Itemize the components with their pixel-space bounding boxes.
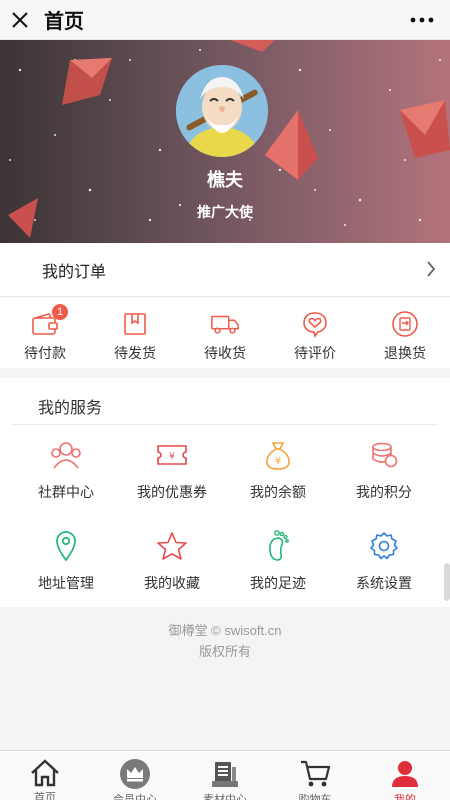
service-community[interactable]: 社群中心: [10, 438, 122, 502]
tab-label: 素材中心: [203, 794, 247, 800]
tab-label: 会员中心: [113, 794, 157, 800]
materials-icon: [209, 759, 241, 789]
cart-icon: [299, 759, 331, 789]
close-icon[interactable]: [0, 0, 40, 40]
service-label: 我的优惠券: [137, 484, 207, 500]
service-footprints[interactable]: 我的足迹: [222, 529, 334, 593]
tab-label: 我的: [394, 794, 416, 800]
service-label: 我的积分: [356, 484, 412, 500]
service-coupons[interactable]: ¥ 我的优惠券: [116, 438, 228, 502]
divider: [12, 424, 438, 425]
scrollbar[interactable]: [444, 563, 450, 601]
tab-label: 购物车: [298, 794, 332, 800]
page-title: 首页: [44, 11, 84, 33]
my-services-panel: 我的服务 社群中心 ¥ 我的优惠券 ¥ 我的余额 我的积分 地址管理 我的收藏 …: [0, 378, 450, 607]
settings-icon: [367, 529, 401, 563]
my-services-heading: 我的服务: [38, 400, 103, 417]
coupon-icon: ¥: [155, 438, 189, 472]
svg-text:¥: ¥: [275, 456, 281, 467]
package-icon: [120, 310, 150, 338]
bottom-tab-bar: 首页 会员中心 素材中心 购物车 我的: [0, 750, 450, 800]
profile-banner: 樵夫 推广大使: [0, 40, 450, 243]
order-item-label: 待评价: [294, 345, 336, 361]
top-navigation-bar: 首页: [0, 0, 450, 40]
svg-text:¥: ¥: [169, 452, 175, 462]
service-favorites[interactable]: 我的收藏: [116, 529, 228, 593]
tab-mine[interactable]: 我的: [360, 751, 450, 800]
tab-label: 首页: [34, 792, 56, 800]
service-address[interactable]: 地址管理: [10, 529, 122, 593]
tab-cart[interactable]: 购物车: [270, 751, 360, 800]
order-pending-payment[interactable]: 1 待付款: [0, 298, 90, 368]
service-label: 我的余额: [250, 484, 306, 500]
order-pending-receipt[interactable]: 待收货: [180, 298, 270, 368]
unread-badge: 1: [52, 304, 68, 320]
order-return-exchange[interactable]: 退换货: [360, 298, 450, 368]
copyright-footer: 御樽堂 © swisoft.cn 版权所有: [0, 620, 450, 662]
service-balance[interactable]: ¥ 我的余额: [222, 438, 334, 502]
order-item-label: 待发货: [114, 345, 156, 361]
tab-materials-center[interactable]: 素材中心: [180, 751, 270, 800]
chevron-right-icon: [426, 260, 436, 283]
crown-icon: [119, 759, 151, 789]
order-item-label: 待收货: [204, 345, 246, 361]
home-icon: [29, 759, 61, 787]
wallet-icon: 1: [30, 304, 68, 338]
heart-chat-icon: [300, 310, 330, 338]
avatar[interactable]: [176, 65, 268, 157]
star-icon: [155, 529, 189, 563]
rights-line: 版权所有: [198, 644, 251, 659]
service-label: 我的收藏: [144, 575, 200, 591]
order-item-label: 退换货: [384, 345, 426, 361]
service-points[interactable]: 我的积分: [328, 438, 440, 502]
money-bag-icon: ¥: [261, 438, 295, 472]
my-orders-label: 我的订单: [42, 263, 107, 281]
more-icon[interactable]: [402, 0, 442, 40]
service-settings[interactable]: 系统设置: [328, 529, 440, 593]
order-pending-shipment[interactable]: 待发货: [90, 298, 180, 368]
community-icon: [49, 438, 83, 472]
service-label: 我的足迹: [250, 575, 306, 591]
copyright-line: 御樽堂 © swisoft.cn: [168, 623, 282, 638]
order-pending-review[interactable]: 待评价: [270, 298, 360, 368]
tab-home[interactable]: 首页: [0, 751, 90, 800]
user-role: 推广大使: [197, 204, 253, 220]
user-nickname: 樵夫: [207, 170, 243, 190]
user-icon: [389, 759, 421, 789]
order-item-label: 待付款: [24, 345, 66, 361]
coins-icon: [367, 438, 401, 472]
service-label: 社群中心: [38, 484, 94, 500]
return-icon: [390, 310, 420, 338]
order-status-bar: 1 待付款 待发货 待收货 待评价 退换货: [0, 298, 450, 368]
footprint-icon: [261, 529, 295, 563]
service-label: 系统设置: [356, 575, 412, 591]
tab-member-center[interactable]: 会员中心: [90, 751, 180, 800]
my-orders-row[interactable]: 我的订单: [0, 243, 450, 297]
truck-icon: [210, 310, 240, 338]
location-icon: [49, 529, 83, 563]
service-label: 地址管理: [38, 575, 94, 591]
